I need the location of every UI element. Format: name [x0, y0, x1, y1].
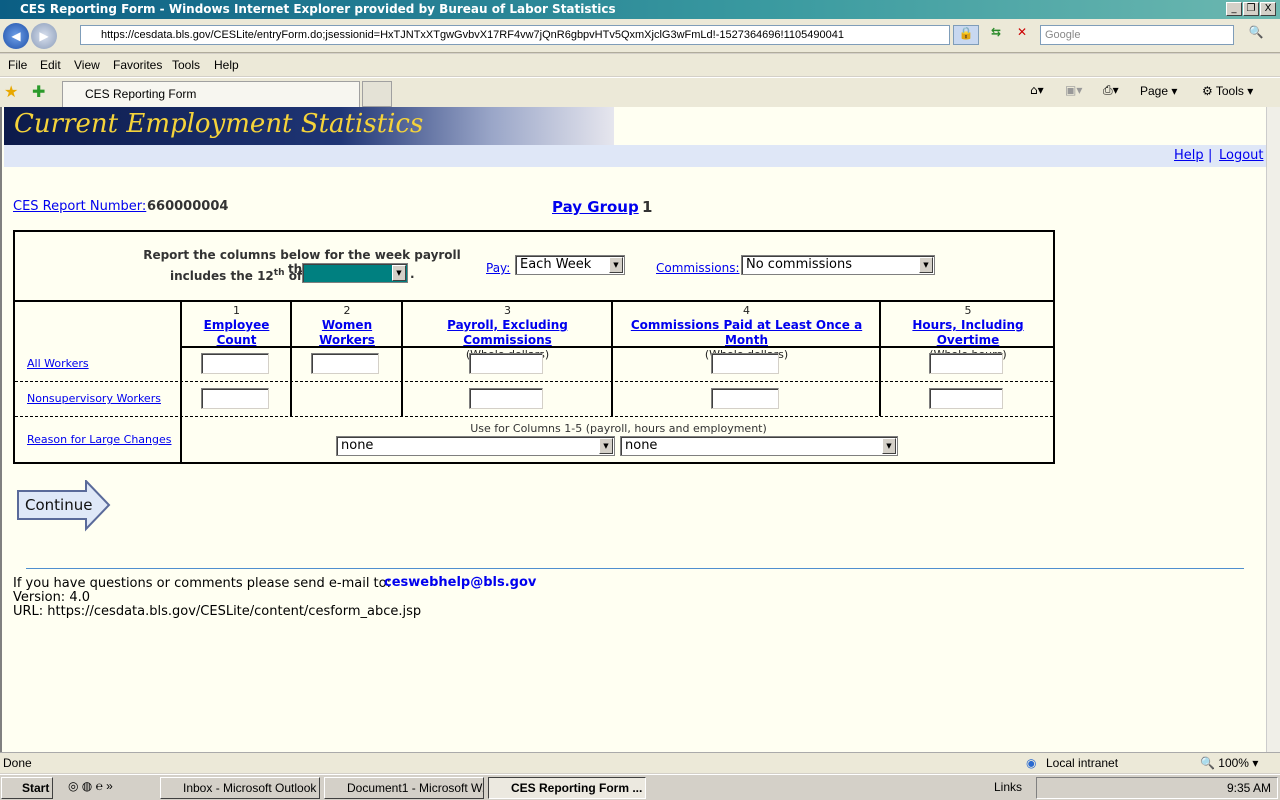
- search-icon[interactable]: 🔍: [1240, 25, 1272, 45]
- all-workers-women-input[interactable]: [311, 353, 379, 374]
- footer-divider: [26, 568, 1244, 569]
- column-header-2: 2 Women Workers: [319, 304, 375, 347]
- nonsupervisory-commissions-input[interactable]: [711, 388, 779, 409]
- url-text: URL: https://cesdata.bls.gov/CESLite/con…: [13, 604, 422, 619]
- menu-bar: File Edit View Favorites Tools Help: [0, 54, 1280, 76]
- all-workers-link[interactable]: All Workers: [27, 357, 89, 370]
- payroll-link[interactable]: Payroll, Excluding Commissions: [447, 318, 568, 347]
- navigation-bar: ◀ ▶ https://cesdata.bls.gov/CESLite/entr…: [0, 19, 1280, 53]
- menu-file[interactable]: File: [8, 54, 27, 76]
- separator: |: [1208, 148, 1213, 163]
- logout-link[interactable]: Logout: [1219, 145, 1264, 167]
- clock: 9:35 AM: [1227, 781, 1272, 795]
- pay-link[interactable]: Pay:: [486, 261, 510, 275]
- help-link[interactable]: Help: [1174, 145, 1204, 167]
- menu-help[interactable]: Help: [214, 54, 239, 76]
- start-button[interactable]: Start: [1, 777, 53, 799]
- stop-icon[interactable]: ✕: [1012, 25, 1032, 45]
- close-button[interactable]: X: [1260, 2, 1276, 16]
- women-workers-link[interactable]: Women Workers: [319, 318, 375, 347]
- lock-icon[interactable]: 🔒: [953, 25, 979, 45]
- restore-button[interactable]: ❐: [1243, 2, 1259, 16]
- tab-ces-reporting-form[interactable]: CES Reporting Form: [62, 81, 360, 107]
- ces-report-number-link[interactable]: CES Report Number:: [13, 199, 146, 214]
- pay-group-number: 1: [642, 198, 653, 216]
- hours-link[interactable]: Hours, Including Overtime: [912, 318, 1023, 347]
- tools-menu[interactable]: ⚙ Tools ▾: [1202, 84, 1253, 98]
- nonsupervisory-workers-link[interactable]: Nonsupervisory Workers: [27, 392, 161, 405]
- minimize-button[interactable]: _: [1226, 2, 1242, 16]
- commissions-link[interactable]: Commissions:: [656, 261, 740, 275]
- status-text: Done: [3, 756, 32, 770]
- favorites-star-icon[interactable]: ★: [4, 82, 18, 101]
- top-links-bar: Help | Logout: [4, 145, 1268, 167]
- commissions-select[interactable]: No commissions ▼: [741, 255, 935, 275]
- menu-view[interactable]: View: [74, 54, 100, 76]
- pay-frequency-select[interactable]: Each Week ▼: [515, 255, 625, 275]
- forward-button[interactable]: ▶: [31, 23, 57, 49]
- all-workers-payroll-input[interactable]: [469, 353, 543, 374]
- feeds-icon[interactable]: ▣▾: [1065, 83, 1082, 97]
- reason-for-large-changes-link[interactable]: Reason for Large Changes: [27, 433, 172, 446]
- nonsupervisory-employee-count-input[interactable]: [201, 388, 269, 409]
- employee-count-link[interactable]: Employee Count: [204, 318, 270, 347]
- back-button[interactable]: ◀: [3, 23, 29, 49]
- email-link[interactable]: ceswebhelp@bls.gov: [384, 575, 536, 590]
- address-bar[interactable]: https://cesdata.bls.gov/CESLite/entryFor…: [80, 25, 950, 45]
- status-bar: Done ◉ Local intranet 🔍 100% ▾: [0, 752, 1280, 773]
- system-tray: 9:35 AM: [1036, 777, 1278, 799]
- version-text: Version: 4.0: [13, 590, 90, 605]
- continue-button[interactable]: Continue: [16, 478, 112, 535]
- all-workers-commissions-input[interactable]: [711, 353, 779, 374]
- menu-tools[interactable]: Tools: [172, 54, 200, 76]
- search-input[interactable]: Google: [1040, 25, 1234, 45]
- menu-favorites[interactable]: Favorites: [113, 54, 162, 76]
- taskbar-ie[interactable]: CES Reporting Form ...: [488, 777, 646, 799]
- menu-edit[interactable]: Edit: [40, 54, 61, 76]
- refresh-icon[interactable]: ⇆: [986, 25, 1006, 45]
- taskbar: Start ◎ ◍ ℮ » Inbox - Microsoft Outlook …: [0, 774, 1280, 800]
- print-icon[interactable]: ⎙▾: [1103, 83, 1119, 98]
- period: .: [410, 267, 415, 281]
- taskbar-word[interactable]: Document1 - Microsoft W...: [324, 777, 484, 799]
- globe-icon: ◉: [1026, 756, 1037, 770]
- intro-line-2: includes the 12th of: [170, 268, 303, 283]
- banner: Current Employment Statistics: [4, 107, 614, 145]
- column-header-1: 1 Employee Count: [203, 304, 270, 347]
- taskbar-outlook[interactable]: Inbox - Microsoft Outlook: [160, 777, 320, 799]
- window-title-bar: CES Reporting Form - Windows Internet Ex…: [0, 0, 1280, 19]
- contact-text: If you have questions or comments please…: [13, 576, 391, 591]
- pay-group-link[interactable]: Pay Group: [552, 198, 639, 216]
- home-icon[interactable]: ⌂▾: [1030, 83, 1044, 97]
- links-toolbar[interactable]: Links: [994, 780, 1022, 794]
- commissions-paid-link[interactable]: Commissions Paid at Least Once a Month: [631, 318, 862, 347]
- window-title: CES Reporting Form - Windows Internet Ex…: [20, 2, 616, 16]
- page-content: Current Employment Statistics Help | Log…: [0, 107, 1268, 752]
- report-number: 660000004: [147, 199, 229, 214]
- all-workers-employee-count-input[interactable]: [201, 353, 269, 374]
- all-workers-hours-input[interactable]: [929, 353, 1003, 374]
- banner-logo: Current Employment Statistics: [14, 109, 424, 139]
- page-menu[interactable]: Page ▾: [1140, 84, 1177, 98]
- quick-launch-icons[interactable]: ◎ ◍ ℮ »: [68, 779, 113, 793]
- tab-bar: ★ ✚ CES Reporting Form ⌂▾ ▣▾ ⎙▾ Page ▾ ⚙…: [0, 77, 1280, 107]
- zoom-control[interactable]: 🔍 100% ▾: [1200, 753, 1258, 773]
- vertical-scrollbar[interactable]: [1266, 107, 1280, 752]
- nonsupervisory-hours-input[interactable]: [929, 388, 1003, 409]
- reason-select-2[interactable]: none ▼: [620, 436, 898, 456]
- nonsupervisory-payroll-input[interactable]: [469, 388, 543, 409]
- month-select[interactable]: ▼: [302, 263, 408, 283]
- add-favorite-icon[interactable]: ✚: [32, 82, 45, 101]
- reason-select-1[interactable]: none ▼: [336, 436, 615, 456]
- zone-text: Local intranet: [1046, 756, 1119, 770]
- reason-note: Use for Columns 1-5 (payroll, hours and …: [470, 422, 767, 435]
- new-tab-button[interactable]: [362, 81, 392, 107]
